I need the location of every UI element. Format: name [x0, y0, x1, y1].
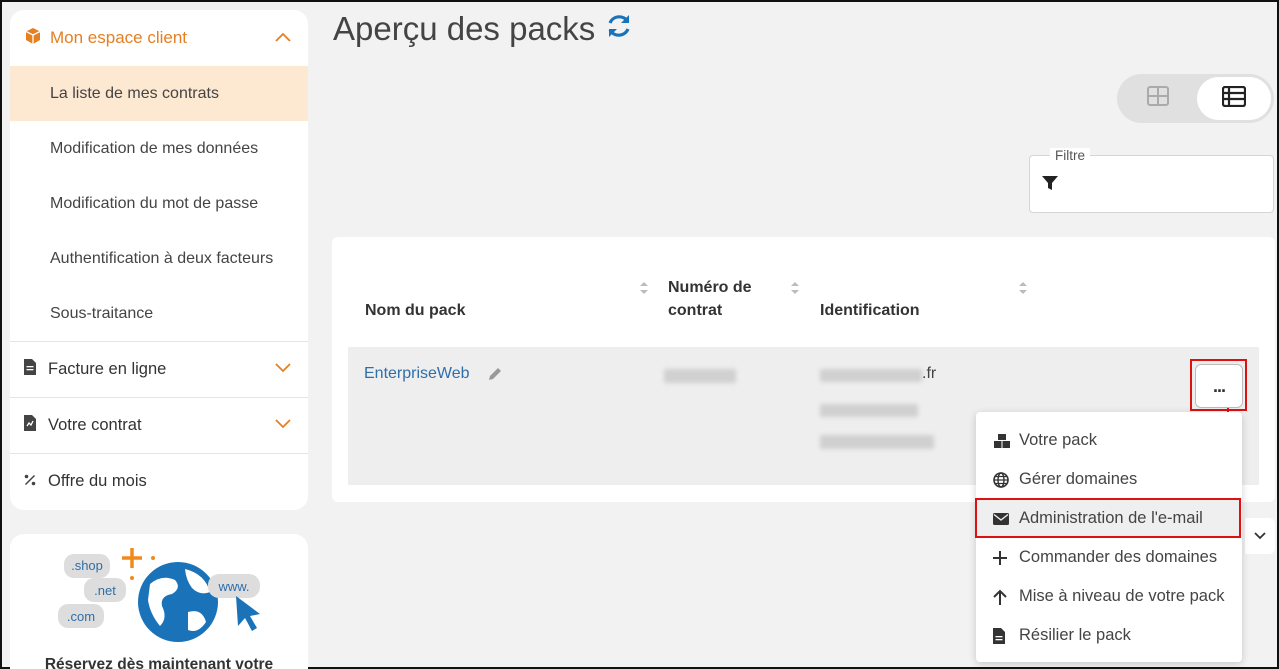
sidebar-section-contract[interactable]: Votre contrat — [10, 397, 308, 453]
chevron-down-icon — [274, 360, 292, 379]
more-actions-button[interactable]: ... — [1195, 364, 1243, 408]
globe-icon — [993, 471, 1019, 488]
domain-suffix: .fr — [922, 365, 937, 382]
refresh-icon[interactable] — [605, 10, 633, 48]
contract-number-redacted — [664, 369, 736, 383]
sidebar: Mon espace client La liste de mes contra… — [10, 10, 308, 510]
pencil-icon[interactable] — [487, 366, 503, 387]
page-title: Aperçu des packs — [333, 10, 596, 47]
domain-redacted — [820, 369, 922, 382]
bubble-net: .net — [94, 583, 116, 598]
sidebar-section-label: Votre contrat — [48, 416, 142, 434]
menu-item-cancel-pack[interactable]: Résilier le pack — [976, 616, 1242, 655]
contract-icon — [24, 415, 36, 436]
menu-item-label: Mise à niveau de votre pack — [1019, 587, 1225, 605]
sidebar-section-offer[interactable]: Offre du mois — [10, 453, 308, 509]
grid-icon — [1147, 86, 1169, 111]
list-view-button[interactable] — [1197, 77, 1271, 120]
domains-illustration: .shop .net .com www. — [58, 548, 260, 642]
sidebar-item-2fa[interactable]: Authentification à deux facteurs — [10, 231, 308, 286]
menu-item-label: Administration de l'e-mail — [1019, 509, 1203, 527]
menu-item-label: Gérer domaines — [1019, 470, 1138, 488]
menu-item-votre-pack[interactable]: Votre pack — [976, 421, 1242, 460]
sidebar-item-label: Modification du mot de passe — [50, 194, 259, 212]
menu-item-email-admin[interactable]: Administration de l'e-mail — [976, 499, 1242, 538]
sidebar-item-label: Authentification à deux facteurs — [50, 249, 274, 267]
sidebar-section-label: Facture en ligne — [48, 360, 167, 378]
sidebar-item-label: La liste de mes contrats — [50, 84, 219, 102]
sort-icon[interactable] — [639, 281, 649, 295]
envelope-icon — [993, 512, 1019, 525]
header-text-line: contrat — [668, 302, 723, 319]
page-title-row: Aperçu des packs — [333, 10, 633, 48]
chevron-down-icon — [1254, 527, 1266, 545]
pack-name-link[interactable]: EnterpriseWeb — [364, 365, 470, 383]
sidebar-item-contracts[interactable]: La liste de mes contrats — [10, 66, 308, 121]
identification-redacted — [820, 404, 918, 417]
percent-icon — [24, 472, 36, 491]
menu-item-label: Résilier le pack — [1019, 626, 1131, 644]
grid-view-button[interactable] — [1121, 77, 1195, 120]
sidebar-item-modify-data[interactable]: Modification de mes données — [10, 121, 308, 176]
menu-item-label: Commander des domaines — [1019, 548, 1218, 566]
header-text: Nom du pack — [365, 302, 466, 319]
page-size-dropdown[interactable] — [1245, 518, 1275, 554]
menu-item-upgrade-pack[interactable]: Mise à niveau de votre pack — [976, 577, 1242, 616]
column-header-contract-number[interactable]: Numéro de contrat — [668, 276, 752, 322]
bubble-www: www. — [217, 579, 249, 594]
sidebar-item-label: Sous-traitance — [50, 304, 154, 322]
column-header-pack-name[interactable]: Nom du pack — [365, 299, 465, 322]
sidebar-item-modify-password[interactable]: Modification du mot de passe — [10, 176, 308, 231]
arrow-up-icon — [993, 589, 1019, 605]
file-icon — [993, 627, 1019, 644]
plus-icon — [993, 550, 1019, 565]
list-icon — [1221, 85, 1247, 112]
menu-item-gerer-domaines[interactable]: Gérer domaines — [976, 460, 1242, 499]
promo-text: Réservez dès maintenant votre — [44, 656, 274, 669]
invoice-icon — [24, 359, 36, 380]
header-text: Identification — [820, 302, 920, 319]
header-text-line: Numéro de — [668, 279, 752, 296]
funnel-icon — [1042, 175, 1058, 196]
column-header-identification[interactable]: Identification — [820, 299, 920, 322]
sidebar-header-label: Mon espace client — [50, 28, 188, 47]
sidebar-item-label: Modification de mes données — [50, 139, 259, 157]
chevron-up-icon — [274, 28, 292, 48]
actions-menu: Votre pack Gérer domaines Administration… — [976, 412, 1242, 662]
bubble-com: .com — [67, 609, 95, 624]
filter-label: Filtre — [1050, 148, 1090, 163]
identification-redacted — [820, 435, 934, 449]
sidebar-header-mon-espace-client[interactable]: Mon espace client — [10, 10, 308, 66]
menu-item-label: Votre pack — [1019, 431, 1097, 449]
box-icon — [24, 27, 42, 50]
view-toggle — [1117, 74, 1274, 123]
filter-input[interactable]: Filtre — [1029, 148, 1274, 213]
promo-card[interactable]: .shop .net .com www. Réservez dès mainte… — [10, 534, 308, 669]
sort-icon[interactable] — [1018, 281, 1028, 295]
sidebar-section-label: Offre du mois — [48, 472, 147, 490]
bubble-shop: .shop — [71, 558, 103, 573]
sidebar-section-invoice[interactable]: Facture en ligne — [10, 341, 308, 397]
sidebar-item-subcontracting[interactable]: Sous-traitance — [10, 286, 308, 341]
cubes-icon — [993, 433, 1019, 449]
chevron-down-icon — [274, 416, 292, 435]
menu-item-order-domains[interactable]: Commander des domaines — [976, 538, 1242, 577]
sort-icon[interactable] — [790, 281, 800, 295]
